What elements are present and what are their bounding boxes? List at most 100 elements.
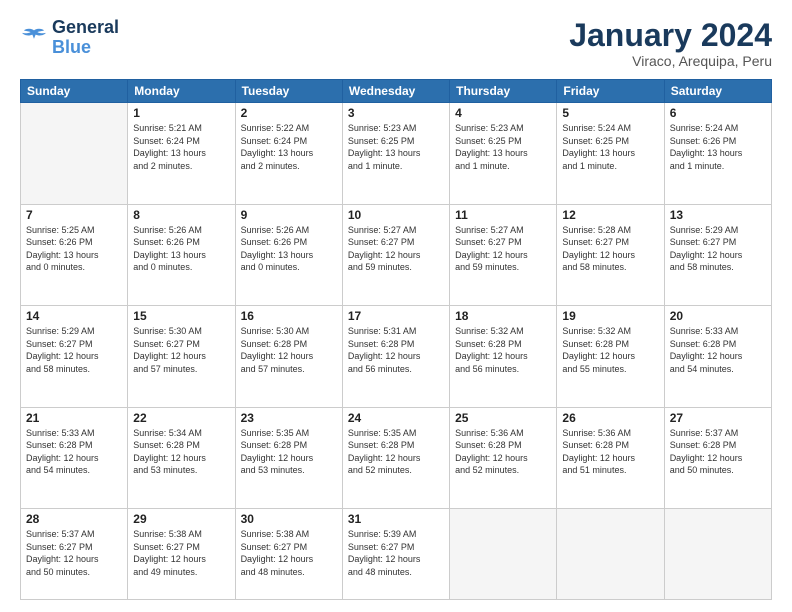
day-number: 12 <box>562 208 658 222</box>
day-info: Sunrise: 5:37 AM Sunset: 6:28 PM Dayligh… <box>670 427 766 477</box>
day-info: Sunrise: 5:33 AM Sunset: 6:28 PM Dayligh… <box>26 427 122 477</box>
calendar-cell: 17Sunrise: 5:31 AM Sunset: 6:28 PM Dayli… <box>342 306 449 407</box>
day-number: 27 <box>670 411 766 425</box>
day-number: 6 <box>670 106 766 120</box>
calendar-cell: 4Sunrise: 5:23 AM Sunset: 6:25 PM Daylig… <box>450 103 557 204</box>
calendar-cell: 23 Sunrise: 5:35 AM Sunset: 6:28 PM Dayli… <box>235 407 342 508</box>
day-info: Sunrise: 5:29 AM Sunset: 6:27 PM Dayligh… <box>670 224 766 274</box>
calendar-cell: 8 Sunrise: 5:26 AM Sunset: 6:26 PM Daylig… <box>128 204 235 305</box>
calendar-cell: 1Sunrise: 5:21 AM Sunset: 6:24 PM Daylig… <box>128 103 235 204</box>
calendar: SundayMondayTuesdayWednesdayThursdayFrid… <box>20 79 772 600</box>
calendar-header: SundayMondayTuesdayWednesdayThursdayFrid… <box>21 80 772 103</box>
day-info: Sunrise: 5:24 AM Sunset: 6:25 PM Dayligh… <box>562 122 658 172</box>
calendar-cell: 14Sunrise: 5:29 AM Sunset: 6:27 PM Dayli… <box>21 306 128 407</box>
subtitle: Viraco, Arequipa, Peru <box>569 53 772 69</box>
calendar-cell: 27 Sunrise: 5:37 AM Sunset: 6:28 PM Dayli… <box>664 407 771 508</box>
calendar-cell: 6 Sunrise: 5:24 AM Sunset: 6:26 PM Daylig… <box>664 103 771 204</box>
calendar-week-row: 21 Sunrise: 5:33 AM Sunset: 6:28 PM Dayli… <box>21 407 772 508</box>
day-info: Sunrise: 5:30 AM Sunset: 6:28 PM Dayligh… <box>241 325 337 375</box>
header: General Blue January 2024 Viraco, Arequi… <box>20 18 772 69</box>
calendar-week-row: 7Sunrise: 5:25 AM Sunset: 6:26 PM Daylig… <box>21 204 772 305</box>
weekday-header: Wednesday <box>342 80 449 103</box>
day-number: 25 <box>455 411 551 425</box>
day-number: 7 <box>26 208 122 222</box>
day-number: 10 <box>348 208 444 222</box>
day-number: 29 <box>133 512 229 526</box>
day-number: 5 <box>562 106 658 120</box>
weekday-header: Monday <box>128 80 235 103</box>
day-info: Sunrise: 5:23 AM Sunset: 6:25 PM Dayligh… <box>348 122 444 172</box>
day-number: 11 <box>455 208 551 222</box>
day-number: 9 <box>241 208 337 222</box>
day-info: Sunrise: 5:33 AM Sunset: 6:28 PM Dayligh… <box>670 325 766 375</box>
calendar-cell <box>21 103 128 204</box>
calendar-cell: 30Sunrise: 5:38 AM Sunset: 6:27 PM Dayli… <box>235 509 342 600</box>
day-number: 28 <box>26 512 122 526</box>
day-number: 31 <box>348 512 444 526</box>
title-block: January 2024 Viraco, Arequipa, Peru <box>569 18 772 69</box>
day-number: 20 <box>670 309 766 323</box>
calendar-cell: 24 Sunrise: 5:35 AM Sunset: 6:28 PM Dayli… <box>342 407 449 508</box>
calendar-cell: 21 Sunrise: 5:33 AM Sunset: 6:28 PM Dayli… <box>21 407 128 508</box>
calendar-cell: 18Sunrise: 5:32 AM Sunset: 6:28 PM Dayli… <box>450 306 557 407</box>
weekday-header: Saturday <box>664 80 771 103</box>
day-info: Sunrise: 5:24 AM Sunset: 6:26 PM Dayligh… <box>670 122 766 172</box>
logo-text: General Blue <box>52 18 119 58</box>
calendar-cell <box>557 509 664 600</box>
day-number: 24 <box>348 411 444 425</box>
day-number: 21 <box>26 411 122 425</box>
day-info: Sunrise: 5:22 AM Sunset: 6:24 PM Dayligh… <box>241 122 337 172</box>
day-number: 17 <box>348 309 444 323</box>
day-info: Sunrise: 5:35 AM Sunset: 6:28 PM Dayligh… <box>348 427 444 477</box>
day-info: Sunrise: 5:35 AM Sunset: 6:28 PM Dayligh… <box>241 427 337 477</box>
day-info: Sunrise: 5:28 AM Sunset: 6:27 PM Dayligh… <box>562 224 658 274</box>
calendar-cell: 15Sunrise: 5:30 AM Sunset: 6:27 PM Dayli… <box>128 306 235 407</box>
calendar-cell: 19 Sunrise: 5:32 AM Sunset: 6:28 PM Dayli… <box>557 306 664 407</box>
calendar-cell: 3 Sunrise: 5:23 AM Sunset: 6:25 PM Daylig… <box>342 103 449 204</box>
day-info: Sunrise: 5:27 AM Sunset: 6:27 PM Dayligh… <box>348 224 444 274</box>
day-number: 13 <box>670 208 766 222</box>
calendar-cell: 20 Sunrise: 5:33 AM Sunset: 6:28 PM Dayli… <box>664 306 771 407</box>
day-number: 8 <box>133 208 229 222</box>
page: General Blue January 2024 Viraco, Arequi… <box>0 0 792 612</box>
day-number: 19 <box>562 309 658 323</box>
day-info: Sunrise: 5:34 AM Sunset: 6:28 PM Dayligh… <box>133 427 229 477</box>
day-info: Sunrise: 5:38 AM Sunset: 6:27 PM Dayligh… <box>133 528 229 578</box>
weekday-header: Friday <box>557 80 664 103</box>
calendar-cell: 11 Sunrise: 5:27 AM Sunset: 6:27 PM Dayli… <box>450 204 557 305</box>
calendar-cell: 29 Sunrise: 5:38 AM Sunset: 6:27 PM Dayli… <box>128 509 235 600</box>
main-title: January 2024 <box>569 18 772 53</box>
calendar-cell: 22 Sunrise: 5:34 AM Sunset: 6:28 PM Dayli… <box>128 407 235 508</box>
day-number: 26 <box>562 411 658 425</box>
day-info: Sunrise: 5:32 AM Sunset: 6:28 PM Dayligh… <box>455 325 551 375</box>
calendar-cell <box>664 509 771 600</box>
day-number: 23 <box>241 411 337 425</box>
logo: General Blue <box>20 18 119 58</box>
day-number: 3 <box>348 106 444 120</box>
day-info: Sunrise: 5:36 AM Sunset: 6:28 PM Dayligh… <box>562 427 658 477</box>
day-info: Sunrise: 5:32 AM Sunset: 6:28 PM Dayligh… <box>562 325 658 375</box>
calendar-cell: 12 Sunrise: 5:28 AM Sunset: 6:27 PM Dayli… <box>557 204 664 305</box>
calendar-cell: 28 Sunrise: 5:37 AM Sunset: 6:27 PM Dayli… <box>21 509 128 600</box>
calendar-cell: 5 Sunrise: 5:24 AM Sunset: 6:25 PM Daylig… <box>557 103 664 204</box>
day-info: Sunrise: 5:37 AM Sunset: 6:27 PM Dayligh… <box>26 528 122 578</box>
day-info: Sunrise: 5:27 AM Sunset: 6:27 PM Dayligh… <box>455 224 551 274</box>
day-info: Sunrise: 5:26 AM Sunset: 6:26 PM Dayligh… <box>241 224 337 274</box>
calendar-week-row: 14Sunrise: 5:29 AM Sunset: 6:27 PM Dayli… <box>21 306 772 407</box>
weekday-header: Thursday <box>450 80 557 103</box>
day-number: 22 <box>133 411 229 425</box>
weekday-header: Tuesday <box>235 80 342 103</box>
calendar-week-row: 28 Sunrise: 5:37 AM Sunset: 6:27 PM Dayli… <box>21 509 772 600</box>
calendar-cell: 13 Sunrise: 5:29 AM Sunset: 6:27 PM Dayli… <box>664 204 771 305</box>
calendar-cell: 7Sunrise: 5:25 AM Sunset: 6:26 PM Daylig… <box>21 204 128 305</box>
day-info: Sunrise: 5:36 AM Sunset: 6:28 PM Dayligh… <box>455 427 551 477</box>
day-number: 1 <box>133 106 229 120</box>
day-info: Sunrise: 5:29 AM Sunset: 6:27 PM Dayligh… <box>26 325 122 375</box>
calendar-cell: 31Sunrise: 5:39 AM Sunset: 6:27 PM Dayli… <box>342 509 449 600</box>
day-info: Sunrise: 5:26 AM Sunset: 6:26 PM Dayligh… <box>133 224 229 274</box>
weekday-header: Sunday <box>21 80 128 103</box>
logo-icon <box>20 27 48 49</box>
calendar-cell <box>450 509 557 600</box>
day-info: Sunrise: 5:30 AM Sunset: 6:27 PM Dayligh… <box>133 325 229 375</box>
day-number: 2 <box>241 106 337 120</box>
